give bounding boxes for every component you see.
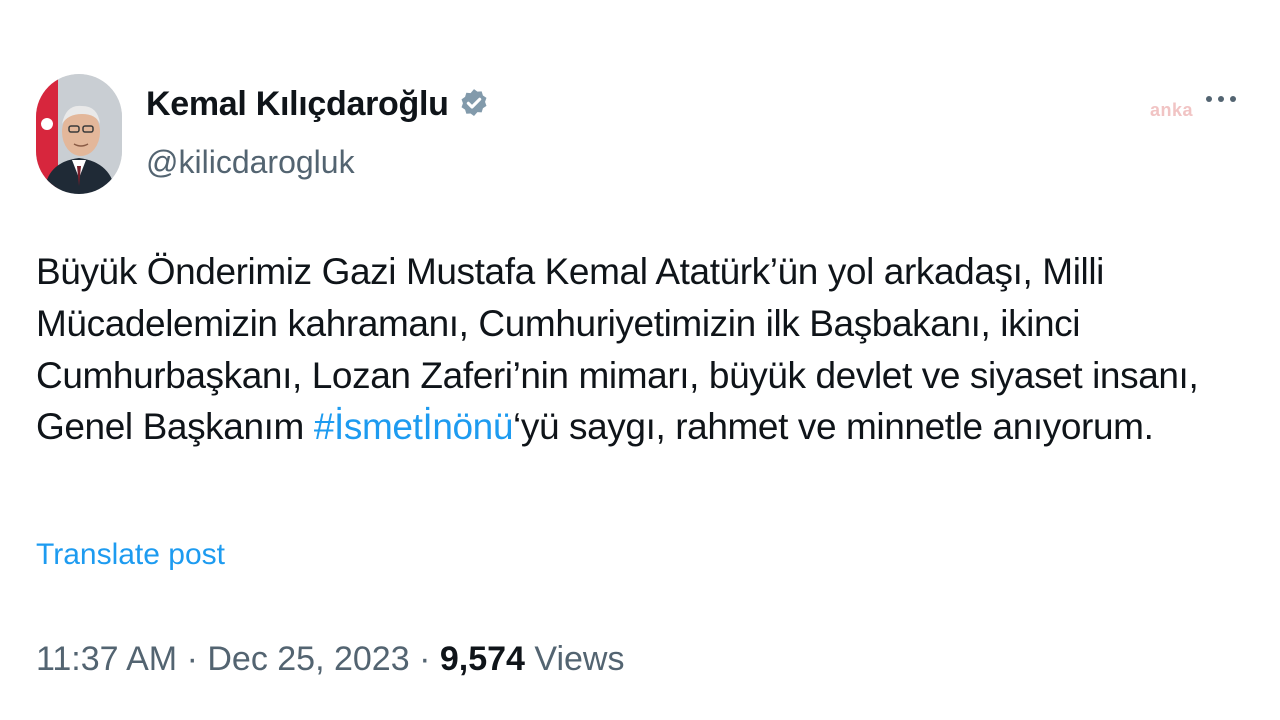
tweet-meta: 11:37 AM · Dec 25, 2023 · 9,574 Views xyxy=(36,640,624,679)
meta-separator: · xyxy=(409,640,440,678)
tweet-line: Cumhurbaşkanı, Lozan Zaferi’nin mimarı, … xyxy=(36,354,1199,396)
author-display-name[interactable]: Kemal Kılıçdaroğlu xyxy=(146,85,449,124)
tweet-line-prefix: Genel Başkanım xyxy=(36,406,314,448)
more-dots-icon[interactable] xyxy=(1206,96,1236,102)
tweet-date[interactable]: Dec 25, 2023 xyxy=(207,640,409,678)
tweet-line: Büyük Önderimiz Gazi Mustafa Kemal Atatü… xyxy=(36,251,1104,292)
author-handle[interactable]: @kilicdarogluk xyxy=(146,144,355,181)
views-label: Views xyxy=(524,640,625,678)
tweet-time[interactable]: 11:37 AM xyxy=(36,640,177,678)
verified-badge-icon xyxy=(461,89,487,117)
more-options[interactable]: anka xyxy=(1150,90,1250,124)
meta-separator: · xyxy=(177,640,208,678)
tweet-line-suffix: ‘yü saygı, rahmet ve minnetle anıyorum. xyxy=(513,406,1154,448)
views-count[interactable]: 9,574 xyxy=(440,640,525,678)
tweet-card: Kemal Kılıçdaroğlu @kilicdarogluk anka B… xyxy=(0,0,1280,720)
watermark-text: anka xyxy=(1150,100,1194,120)
hashtag-link[interactable]: #İsmetİnönü xyxy=(314,406,514,447)
avatar-portrait-icon xyxy=(36,74,122,194)
tweet-text: Büyük Önderimiz Gazi Mustafa Kemal Atatü… xyxy=(36,246,1246,453)
tweet-line: Mücadelemizin kahramanı, Cumhuriyetimizi… xyxy=(36,302,1081,344)
translate-post-link[interactable]: Translate post xyxy=(36,538,225,572)
avatar[interactable] xyxy=(36,74,122,194)
author-name-row[interactable]: Kemal Kılıçdaroğlu xyxy=(146,82,491,126)
tweet-line-last: Genel Başkanım #İsmetİnönü‘yü saygı, rah… xyxy=(36,401,1246,453)
